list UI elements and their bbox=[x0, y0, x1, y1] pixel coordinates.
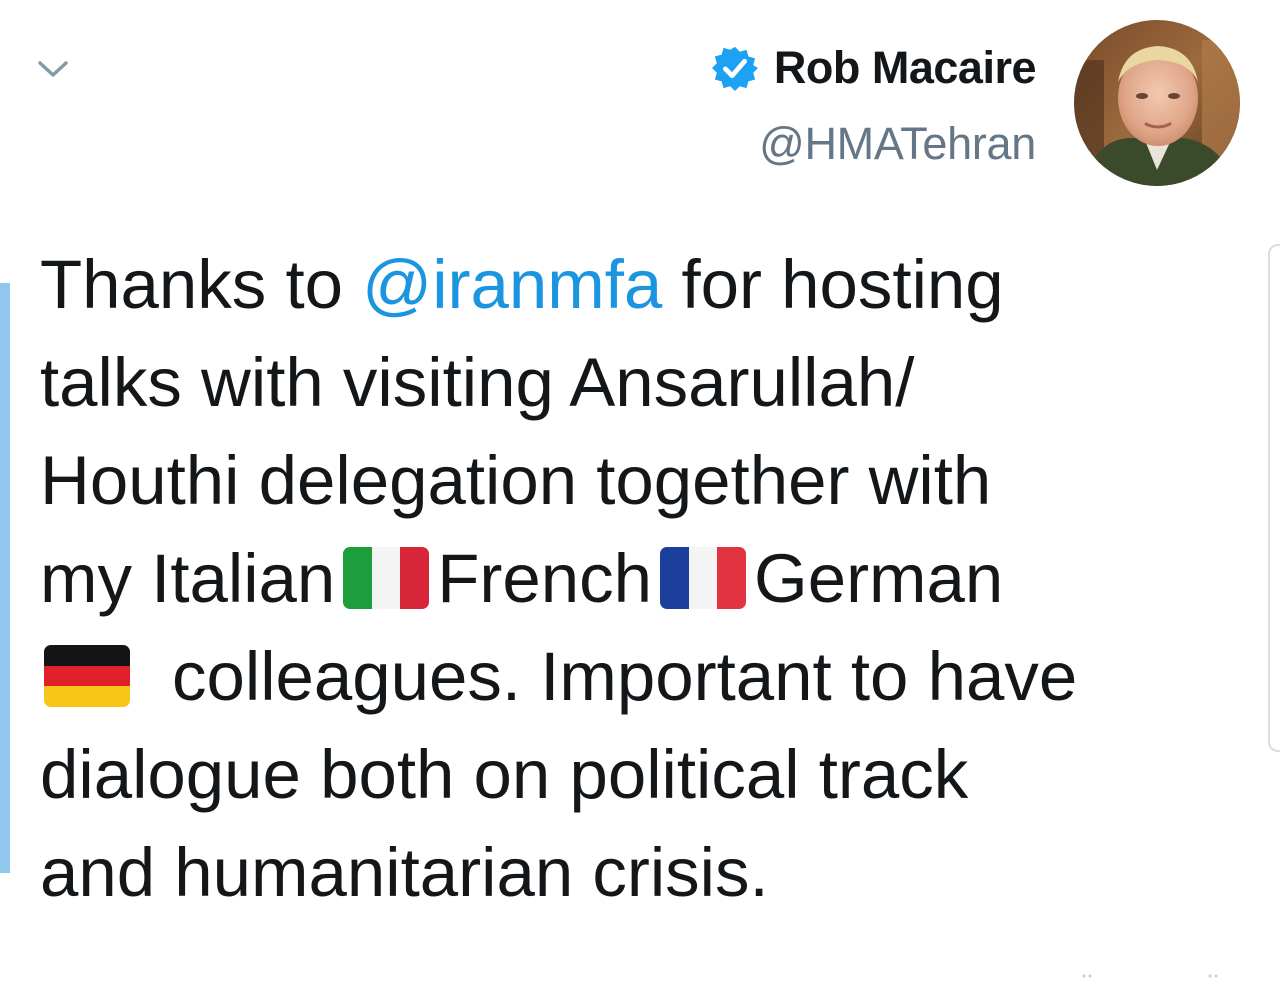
tweet-line-6: dialogue both on political track bbox=[40, 736, 969, 813]
avatar-photo bbox=[1074, 20, 1240, 186]
mention-link[interactable]: @iranmfa bbox=[362, 246, 662, 323]
tweet-text-segment: German bbox=[754, 540, 1004, 617]
germany-flag-icon bbox=[44, 644, 130, 707]
display-name[interactable]: Rob Macaire bbox=[774, 42, 1037, 94]
tweet-text-segment: colleagues. Important to have bbox=[172, 638, 1078, 715]
tweet-line-4: my Italian French German bbox=[40, 530, 1250, 628]
france-flag-icon bbox=[660, 546, 747, 609]
tweet-line-5: colleagues. Important to have bbox=[40, 628, 1250, 726]
tweet-header: Rob Macaire @HMATehran bbox=[711, 20, 1240, 190]
verified-badge-icon bbox=[711, 46, 758, 91]
avatar[interactable] bbox=[1074, 20, 1240, 186]
tweet-line-7: and humanitarian crisis. bbox=[40, 834, 769, 911]
tweet-line-1: Thanks to @iranmfa for hosting bbox=[40, 236, 1250, 334]
tweet-line-3: Houthi delegation together with bbox=[40, 442, 992, 519]
chevron-down-icon[interactable] bbox=[37, 58, 69, 80]
italy-flag-icon bbox=[343, 546, 430, 609]
faint-dots-decoration bbox=[1082, 974, 1218, 978]
tweet-text-segment: for hosting bbox=[662, 246, 1004, 323]
user-handle[interactable]: @HMATehran bbox=[712, 118, 1036, 170]
tweet-line-2: talks with visiting Ansarullah/ bbox=[40, 344, 915, 421]
tweet-text-segment: French bbox=[437, 540, 653, 617]
tweet-text-segment: my Italian bbox=[40, 540, 336, 617]
tweet-text-segment: Thanks to bbox=[40, 246, 363, 323]
thread-accent-bar bbox=[0, 283, 10, 873]
name-row[interactable]: Rob Macaire bbox=[711, 42, 1037, 94]
tweet-body: Thanks to @iranmfa for hosting talks wit… bbox=[40, 236, 1250, 922]
author-names: Rob Macaire @HMATehran bbox=[711, 42, 1037, 170]
scroll-edge bbox=[1268, 244, 1280, 752]
